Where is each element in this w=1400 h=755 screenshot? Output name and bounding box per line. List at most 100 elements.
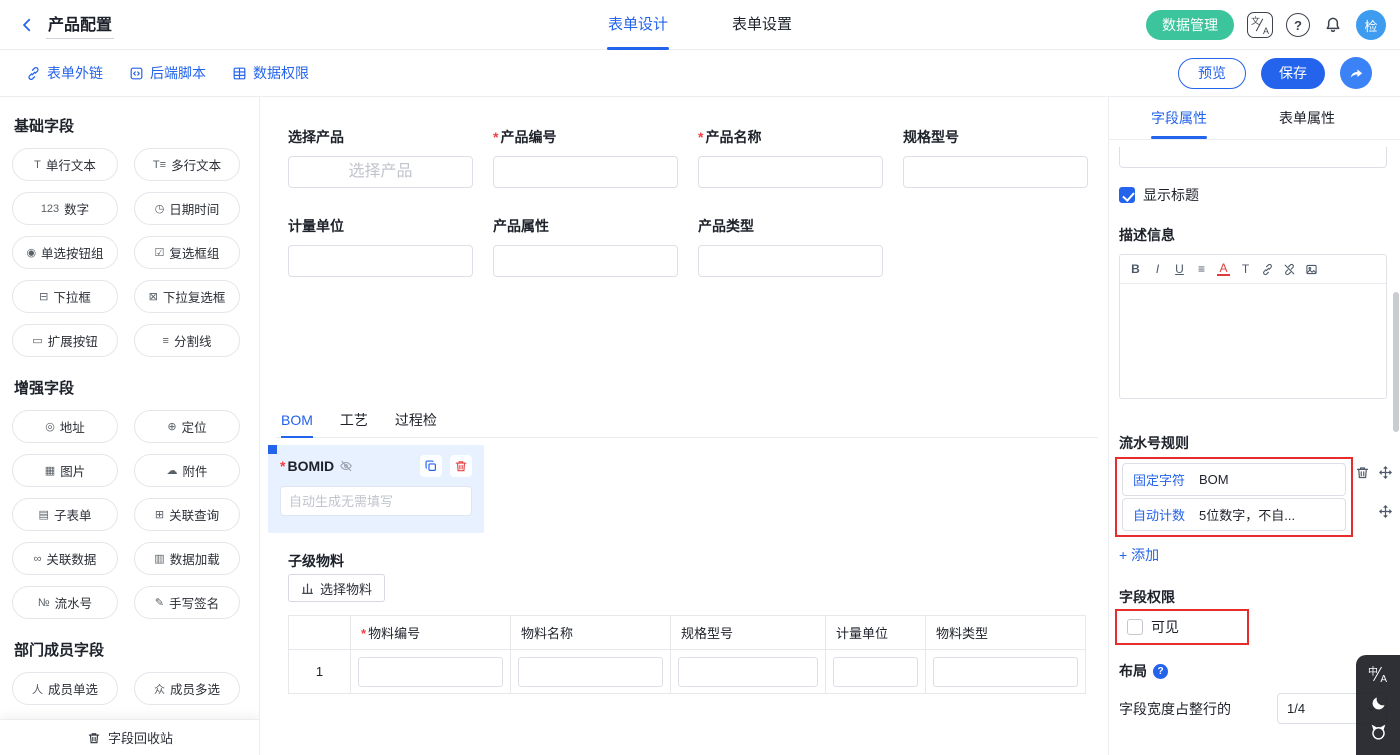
field-item-datetime[interactable]: ◷日期时间 [134,192,240,225]
insert-link-icon[interactable] [1261,263,1274,276]
dark-mode-icon[interactable] [1370,695,1387,712]
field-item-serial-number[interactable]: №流水号 [12,586,118,619]
underline-icon[interactable]: U [1173,262,1186,276]
field-item-data-load[interactable]: ▥数据加载 [134,542,240,575]
select-product-input[interactable] [288,156,473,188]
material-code-input[interactable] [358,657,503,687]
serial-rule-counter[interactable]: 自动计数 5位数字，不自... [1122,498,1346,531]
backend-script-link[interactable]: 后端脚本 [129,63,206,83]
description-editor[interactable]: B I U ≡ A T [1119,254,1387,399]
form-field-product-name[interactable]: 产品名称 [698,127,883,188]
select-material-button[interactable]: 选择物料 [288,574,385,602]
delete-rule-button[interactable] [1355,465,1370,480]
form-field-product-type[interactable]: 产品类型 [698,216,883,277]
form-field-product-code[interactable]: 产品编号 [493,127,678,188]
product-type-input[interactable] [698,245,883,277]
tab-form-design[interactable]: 表单设计 [608,0,668,50]
field-item-image[interactable]: ▦图片 [12,454,118,487]
move-rule-handle[interactable] [1378,465,1393,480]
subtable-title: 子级物料 [288,551,344,571]
tab-form-settings[interactable]: 表单设置 [732,0,792,50]
unit-input[interactable] [288,245,473,277]
field-item-member-multi[interactable]: 众成员多选 [134,672,240,705]
field-item-relation-data[interactable]: ∞关联数据 [12,542,118,575]
tab-form-properties[interactable]: 表单属性 [1279,97,1335,139]
field-item-attachment[interactable]: ☁附件 [134,454,240,487]
layout-label: 布局 [1119,661,1147,681]
tab-process[interactable]: 工艺 [340,405,368,437]
list-icon[interactable]: ≡ [1195,262,1208,276]
form-field-spec-model[interactable]: 规格型号 [903,127,1088,188]
form-field-product-attr[interactable]: 产品属性 [493,216,678,277]
selected-field-bomid[interactable]: BOMID [268,445,484,533]
field-item-multi-dropdown[interactable]: ⊠下拉复选框 [134,280,240,313]
material-spec-input[interactable] [678,657,818,687]
field-item-radio-group[interactable]: ◉单选按钮组 [12,236,118,269]
field-item-label: 定位 [182,417,207,436]
avatar[interactable]: 检 [1356,10,1386,40]
field-item-dropdown[interactable]: ⊟下拉框 [12,280,118,313]
field-item-label: 单行文本 [46,155,96,174]
relation-query-icon: ⊞ [155,508,164,521]
field-item-subform[interactable]: ▤子表单 [12,498,118,531]
field-item-multi-text[interactable]: T≡多行文本 [134,148,240,181]
field-item-signature[interactable]: ✎手写签名 [134,586,240,619]
product-name-input[interactable] [698,156,883,188]
assistant-icon[interactable] [1369,723,1388,742]
panel-scrollbar[interactable] [1393,292,1399,432]
product-attr-input[interactable] [493,245,678,277]
font-color-icon[interactable]: A [1217,262,1230,276]
dropdown-icon: ⊟ [39,290,48,303]
spec-model-input[interactable] [903,156,1088,188]
font-size-icon[interactable]: T [1239,262,1252,276]
field-item-number[interactable]: 123数字 [12,192,118,225]
field-item-checkbox-group[interactable]: ☑复选框组 [134,236,240,269]
show-title-checkbox[interactable] [1119,187,1135,203]
remove-link-icon[interactable] [1283,263,1296,276]
bell-icon[interactable] [1323,15,1343,35]
material-type-input[interactable] [933,657,1078,687]
material-name-input[interactable] [518,657,663,687]
field-item-member-single[interactable]: 人成员单选 [12,672,118,705]
field-item-extend-button[interactable]: ▭扩展按钮 [12,324,118,357]
product-code-input[interactable] [493,156,678,188]
share-button[interactable] [1340,57,1372,89]
tab-process-check[interactable]: 过程检 [395,405,437,437]
form-field-select-product[interactable]: 选择产品 [288,127,473,188]
translate-icon[interactable]: 文 A [1247,12,1273,38]
add-rule-button[interactable]: + 添加 [1119,545,1159,565]
italic-icon[interactable]: I [1151,262,1164,276]
preview-button[interactable]: 预览 [1178,58,1246,89]
tab-field-properties[interactable]: 字段属性 [1151,97,1207,139]
form-external-link[interactable]: 表单外链 [26,63,103,83]
material-unit-input[interactable] [833,657,918,687]
location-icon: ◎ [45,420,55,433]
form-field-unit[interactable]: 计量单位 [288,216,473,277]
help-icon[interactable]: ? [1286,13,1310,37]
delete-field-button[interactable] [450,455,472,477]
insert-image-icon[interactable] [1305,263,1318,276]
move-rule-handle[interactable] [1378,504,1393,519]
data-manage-button[interactable]: 数据管理 [1146,10,1234,40]
layout-help-icon[interactable]: ? [1153,664,1168,679]
clipped-top-input[interactable] [1119,147,1387,168]
field-recycle-bin[interactable]: 字段回收站 [0,719,260,755]
bold-icon[interactable]: B [1129,262,1142,276]
field-item-relation-query[interactable]: ⊞关联查询 [134,498,240,531]
visible-checkbox[interactable] [1127,619,1143,635]
serial-rule-fixed[interactable]: 固定字符 BOM [1122,463,1346,496]
save-button[interactable]: 保存 [1261,58,1325,89]
field-item-geolocate[interactable]: ⊕定位 [134,410,240,443]
field-item-single-text[interactable]: T单行文本 [12,148,118,181]
data-permission-link[interactable]: 数据权限 [232,63,309,83]
back-icon[interactable] [18,16,36,34]
tab-bom[interactable]: BOM [281,405,313,437]
language-toggle-icon[interactable]: 中 A [1368,664,1388,684]
form-canvas[interactable]: 选择产品 产品编号 产品名称 规格型号 计量单位 产品属性 [260,97,1108,755]
copy-field-button[interactable] [420,455,442,477]
field-label: 规格型号 [903,127,1088,147]
bomid-input[interactable] [280,486,472,516]
field-item-divider[interactable]: ≡分割线 [134,324,240,357]
field-item-label: 多行文本 [171,155,221,174]
field-item-address[interactable]: ◎地址 [12,410,118,443]
